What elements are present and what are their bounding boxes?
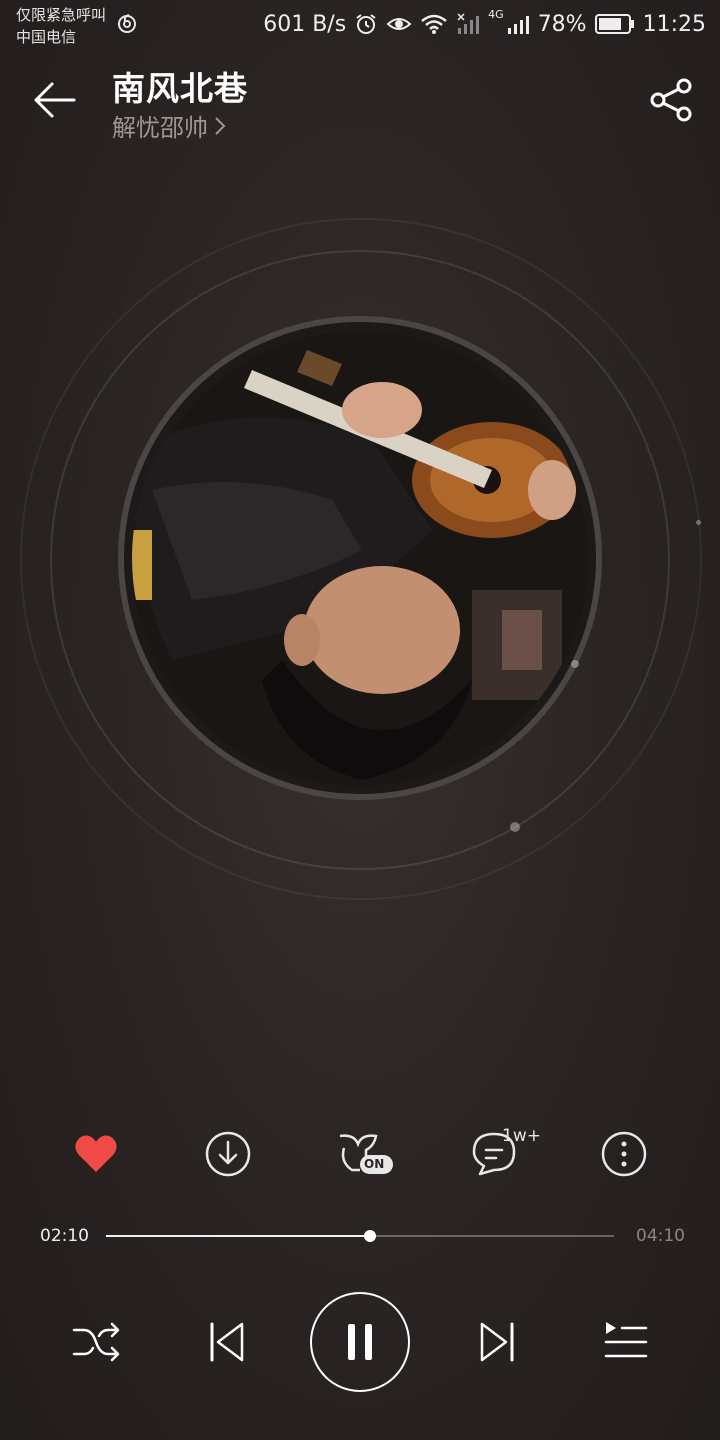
net-speed: 601 B/s (263, 11, 347, 37)
playlist-icon[interactable] (600, 1316, 652, 1368)
share-icon[interactable] (648, 76, 696, 124)
comment-count-badge: 1w+ (502, 1126, 541, 1146)
next-track-icon[interactable] (470, 1316, 522, 1368)
download-icon[interactable] (204, 1130, 252, 1178)
wifi-icon (421, 14, 447, 34)
carrier-name: 中国电信 (16, 28, 77, 46)
eye-icon (386, 18, 412, 30)
progress-slider[interactable] (106, 1230, 614, 1242)
chevron-right-icon (215, 116, 226, 135)
progress-thumb[interactable] (364, 1230, 377, 1242)
network-type: 4G (488, 8, 504, 21)
song-title: 南风北巷 (112, 69, 248, 108)
status-icons: 601 B/s 4G 78% 11:25 (263, 8, 706, 40)
player-screen: 仅限紧急呼叫 中国电信 601 B/s 4G 78% 11:25 南风北巷 解忧… (0, 0, 720, 1440)
clock: 11:25 (642, 11, 706, 37)
signal-icon (507, 16, 529, 34)
back-arrow-icon[interactable] (30, 78, 82, 122)
status-bar: 仅限紧急呼叫 中国电信 601 B/s 4G 78% 11:25 (0, 0, 720, 50)
album-cover[interactable] (132, 330, 588, 786)
alarm-icon (356, 14, 376, 34)
progress-fill (106, 1235, 371, 1237)
battery-icon (594, 14, 634, 34)
artist-name: 解忧邵帅 (112, 114, 208, 142)
current-time: 02:10 (40, 1226, 89, 1246)
shuffle-icon[interactable] (70, 1316, 122, 1368)
disc-orbit-dot (696, 520, 701, 525)
like-heart-icon[interactable] (72, 1130, 120, 1178)
sound-effect-button[interactable]: ON (334, 1130, 396, 1178)
carrier-status: 仅限紧急呼叫 (16, 6, 107, 24)
battery-percent: 78% (537, 11, 587, 37)
more-options-icon[interactable] (600, 1130, 648, 1178)
disc-orbit-dot (510, 822, 520, 832)
pause-icon (348, 1324, 372, 1360)
artist-link[interactable]: 解忧邵帅 (112, 108, 226, 143)
signal-empty-icon (457, 13, 480, 34)
previous-track-icon[interactable] (202, 1316, 254, 1368)
netease-music-icon (118, 14, 136, 33)
total-time: 04:10 (636, 1226, 685, 1246)
effect-on-badge: ON (364, 1157, 385, 1171)
album-cover-illustration (132, 330, 588, 786)
pause-button[interactable] (310, 1292, 410, 1392)
disc-orbit-dot (571, 660, 579, 668)
